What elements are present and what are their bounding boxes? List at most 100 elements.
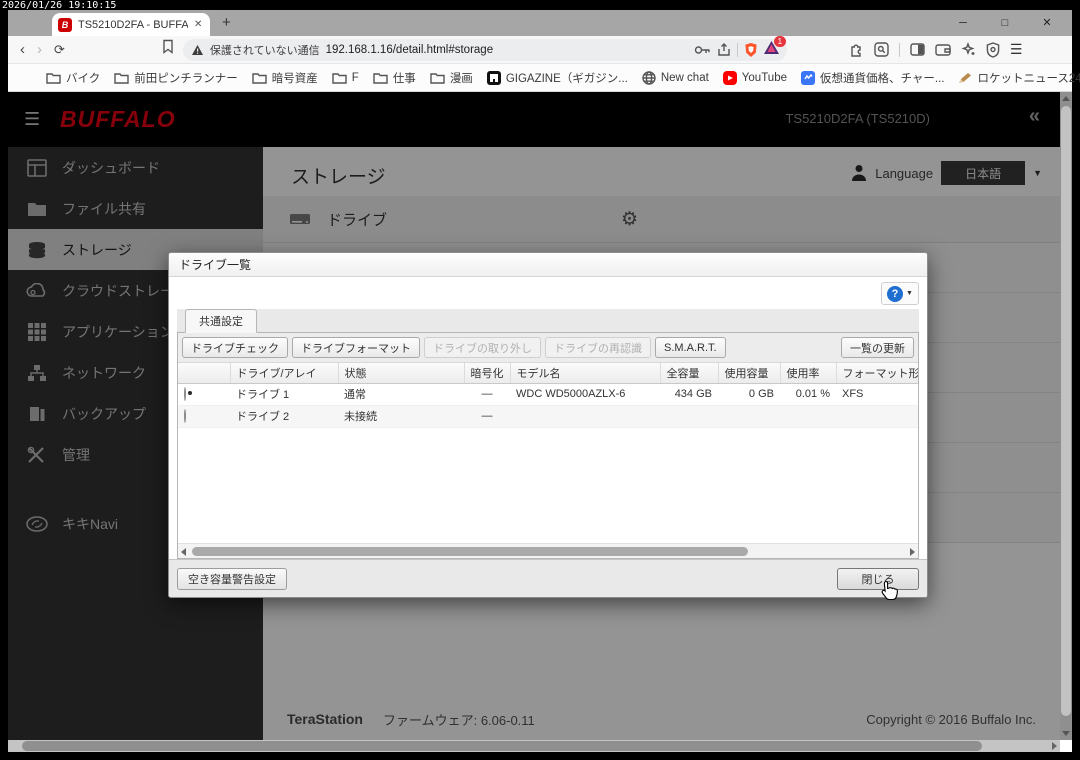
- bookmark-new-chat[interactable]: New chat: [642, 70, 709, 85]
- col-used: 使用容量: [718, 363, 781, 384]
- help-button[interactable]: ? ▼: [881, 282, 919, 305]
- new-tab-button[interactable]: +: [222, 14, 231, 31]
- bookmark-crypto-price[interactable]: 仮想通貨価格、チャー...: [801, 70, 944, 86]
- drive-list-dialog: ドライブ一覧 ? ▼ 共通設定 ドライブチェック ドライブフォーマット ドライブ…: [168, 252, 928, 598]
- window-minimize-button[interactable]: ─: [942, 10, 984, 36]
- drive-table: ドライブ/アレイ 状態 暗号化 モデル名 全容量 使用容量 使用率 フォーマット…: [178, 363, 918, 428]
- vertical-scroll-thumb[interactable]: [1061, 106, 1071, 716]
- tab-search-icon[interactable]: [874, 42, 889, 57]
- refresh-list-button[interactable]: 一覧の更新: [841, 337, 914, 358]
- security-label[interactable]: 保護されていない通信: [210, 42, 320, 58]
- bookmark-folder-maeda[interactable]: 前田ピンチランナー: [114, 70, 238, 86]
- col-encryption: 暗号化: [464, 363, 511, 384]
- menu-icon[interactable]: ☰: [1010, 41, 1023, 58]
- pencil-icon: [959, 72, 972, 83]
- help-icon: ?: [887, 285, 904, 302]
- drive-format-button[interactable]: ドライブフォーマット: [292, 337, 420, 358]
- close-button[interactable]: 閉じる: [837, 567, 919, 590]
- col-status: 状態: [338, 363, 465, 384]
- drive-rediscover-button: ドライブの再認識: [545, 337, 651, 358]
- dialog-scroll-thumb[interactable]: [192, 547, 748, 556]
- dialog-footer: 空き容量警告設定 閉じる: [169, 559, 927, 597]
- bookmark-folder-f[interactable]: F: [332, 72, 359, 84]
- vertical-scrollbar[interactable]: [1060, 92, 1072, 740]
- bookmark-folder-crypto[interactable]: 暗号資産: [252, 70, 318, 86]
- folder-icon: [332, 72, 347, 84]
- scroll-right-icon[interactable]: [1052, 742, 1057, 750]
- scroll-up-icon[interactable]: [1062, 96, 1070, 101]
- scroll-down-icon[interactable]: [1062, 731, 1070, 736]
- desktop: 2026/01/26 19:10:15 B TS5210D2FA - BUFFA…: [0, 0, 1080, 760]
- dialog-tab-bar: 共通設定: [177, 309, 919, 333]
- dialog-scroll-right-icon[interactable]: [910, 548, 915, 556]
- browser-window: B TS5210D2FA - BUFFALO TeraSta ✕ + ─ □ ✕…: [8, 10, 1080, 752]
- dialog-scroll-left-icon[interactable]: [181, 548, 186, 556]
- folder-icon: [114, 72, 129, 84]
- table-header-row: ドライブ/アレイ 状態 暗号化 モデル名 全容量 使用容量 使用率 フォーマット…: [178, 363, 918, 384]
- horizontal-scroll-thumb[interactable]: [22, 741, 982, 751]
- bookmark-folder-manga[interactable]: 漫画: [430, 70, 473, 86]
- table-row-drive1[interactable]: ドライブ 1 通常 — WDC WD5000AZLX-6 434 GB 0 GB…: [178, 383, 918, 406]
- folder-icon: [430, 72, 445, 84]
- os-timestamp: 2026/01/26 19:10:15: [2, 0, 117, 11]
- bookmark-gigazine[interactable]: GIGAZINE（ギガジン...: [486, 70, 628, 86]
- bookmark-folder-work[interactable]: 仕事: [373, 70, 416, 86]
- sidebar-toggle-icon[interactable]: [910, 43, 925, 56]
- gigazine-icon: [486, 70, 501, 85]
- leo-ai-icon[interactable]: [961, 42, 976, 57]
- address-bar[interactable]: 保護されていない通信 192.168.1.16/detail.html#stor…: [182, 35, 787, 61]
- globe-icon: [642, 70, 656, 85]
- drive-check-button[interactable]: ドライブチェック: [182, 337, 288, 358]
- mouse-cursor-icon: [881, 580, 898, 606]
- folder-icon: [46, 72, 61, 84]
- wallet-icon[interactable]: [935, 43, 951, 56]
- horizontal-scrollbar[interactable]: [8, 740, 1060, 752]
- buffalo-favicon-icon: B: [58, 17, 72, 32]
- vpn-shield-icon[interactable]: [986, 41, 1000, 58]
- bookmark-folder-bike[interactable]: バイク: [46, 70, 100, 86]
- crypto-app-icon: [801, 70, 815, 85]
- radio-selected[interactable]: [184, 387, 186, 401]
- free-space-warning-button[interactable]: 空き容量警告設定: [177, 567, 287, 590]
- browser-tab[interactable]: B TS5210D2FA - BUFFALO TeraSta ✕: [52, 13, 210, 36]
- bookmark-rocketnews[interactable]: ロケットニュース24: [958, 70, 1080, 86]
- col-usage: 使用率: [780, 363, 837, 384]
- col-drive: ドライブ/アレイ: [230, 363, 339, 384]
- key-icon[interactable]: [694, 45, 711, 55]
- radio-unselected[interactable]: [184, 409, 186, 423]
- extensions-icon[interactable]: [849, 42, 864, 57]
- window-close-button[interactable]: ✕: [1026, 10, 1068, 36]
- drive-remove-button: ドライブの取り外し: [424, 337, 541, 358]
- folder-icon: [252, 72, 267, 84]
- share-icon[interactable]: [717, 42, 731, 57]
- dialog-toolbar: ドライブチェック ドライブフォーマット ドライブの取り外し ドライブの再認識 S…: [178, 333, 918, 363]
- tab-strip: B TS5210D2FA - BUFFALO TeraSta ✕ + ─ □ ✕: [8, 10, 1072, 36]
- col-model: モデル名: [510, 363, 661, 384]
- back-button[interactable]: ‹: [20, 37, 25, 63]
- window-maximize-button[interactable]: □: [984, 10, 1026, 36]
- browser-toolbar: ‹ › ⟳ 保護されていない通信 192.168.1.16/detail.htm…: [8, 35, 1072, 64]
- tab-common-settings[interactable]: 共通設定: [185, 309, 257, 333]
- bookmark-icon[interactable]: [161, 39, 175, 60]
- dialog-horizontal-scrollbar[interactable]: [178, 543, 918, 558]
- brave-rewards-icon[interactable]: 1: [763, 35, 786, 59]
- rewards-badge: 1: [773, 35, 786, 47]
- smart-button[interactable]: S.M.A.R.T.: [655, 337, 726, 358]
- reload-button[interactable]: ⟳: [54, 37, 65, 63]
- brave-shield-icon[interactable]: [744, 42, 758, 58]
- col-total: 全容量: [660, 363, 719, 384]
- table-empty-area: [178, 427, 918, 543]
- help-caret-icon: ▼: [906, 290, 913, 297]
- warning-icon: [191, 44, 203, 55]
- forward-button[interactable]: ›: [37, 37, 42, 63]
- bookmarks-bar: バイク 前田ピンチランナー 暗号資産 F 仕事 漫画 GIGAZINE（ギガジン…: [8, 64, 1080, 92]
- tab-close-icon[interactable]: ✕: [194, 19, 202, 30]
- col-format: フォーマット形式: [836, 363, 918, 384]
- dialog-panel: ドライブチェック ドライブフォーマット ドライブの取り外し ドライブの再認識 S…: [177, 333, 919, 559]
- folder-icon: [373, 72, 388, 84]
- tab-title: TS5210D2FA - BUFFALO TeraSta: [78, 18, 188, 31]
- bookmark-youtube[interactable]: YouTube: [722, 70, 787, 85]
- url-text[interactable]: 192.168.1.16/detail.html#storage: [326, 44, 494, 56]
- dialog-title: ドライブ一覧: [169, 253, 927, 277]
- table-row-drive2[interactable]: ドライブ 2 未接続 —: [178, 405, 918, 428]
